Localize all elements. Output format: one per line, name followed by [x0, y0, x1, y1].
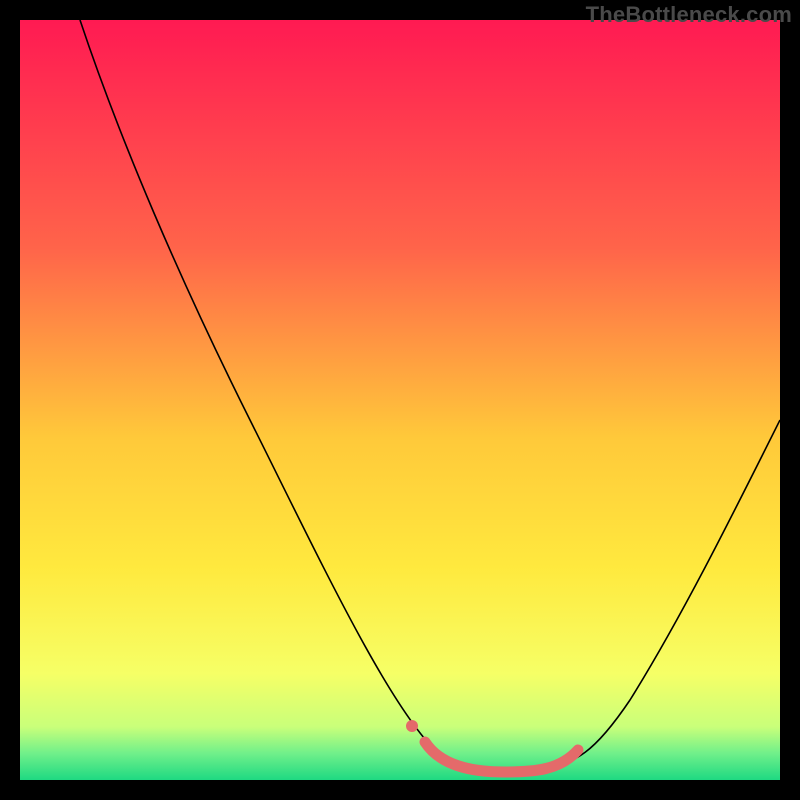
highlight-dot-left — [406, 720, 418, 732]
chart-frame — [20, 20, 780, 780]
watermark-text: TheBottleneck.com — [586, 2, 792, 28]
gradient-background — [20, 20, 780, 780]
chart-plot — [20, 20, 780, 780]
